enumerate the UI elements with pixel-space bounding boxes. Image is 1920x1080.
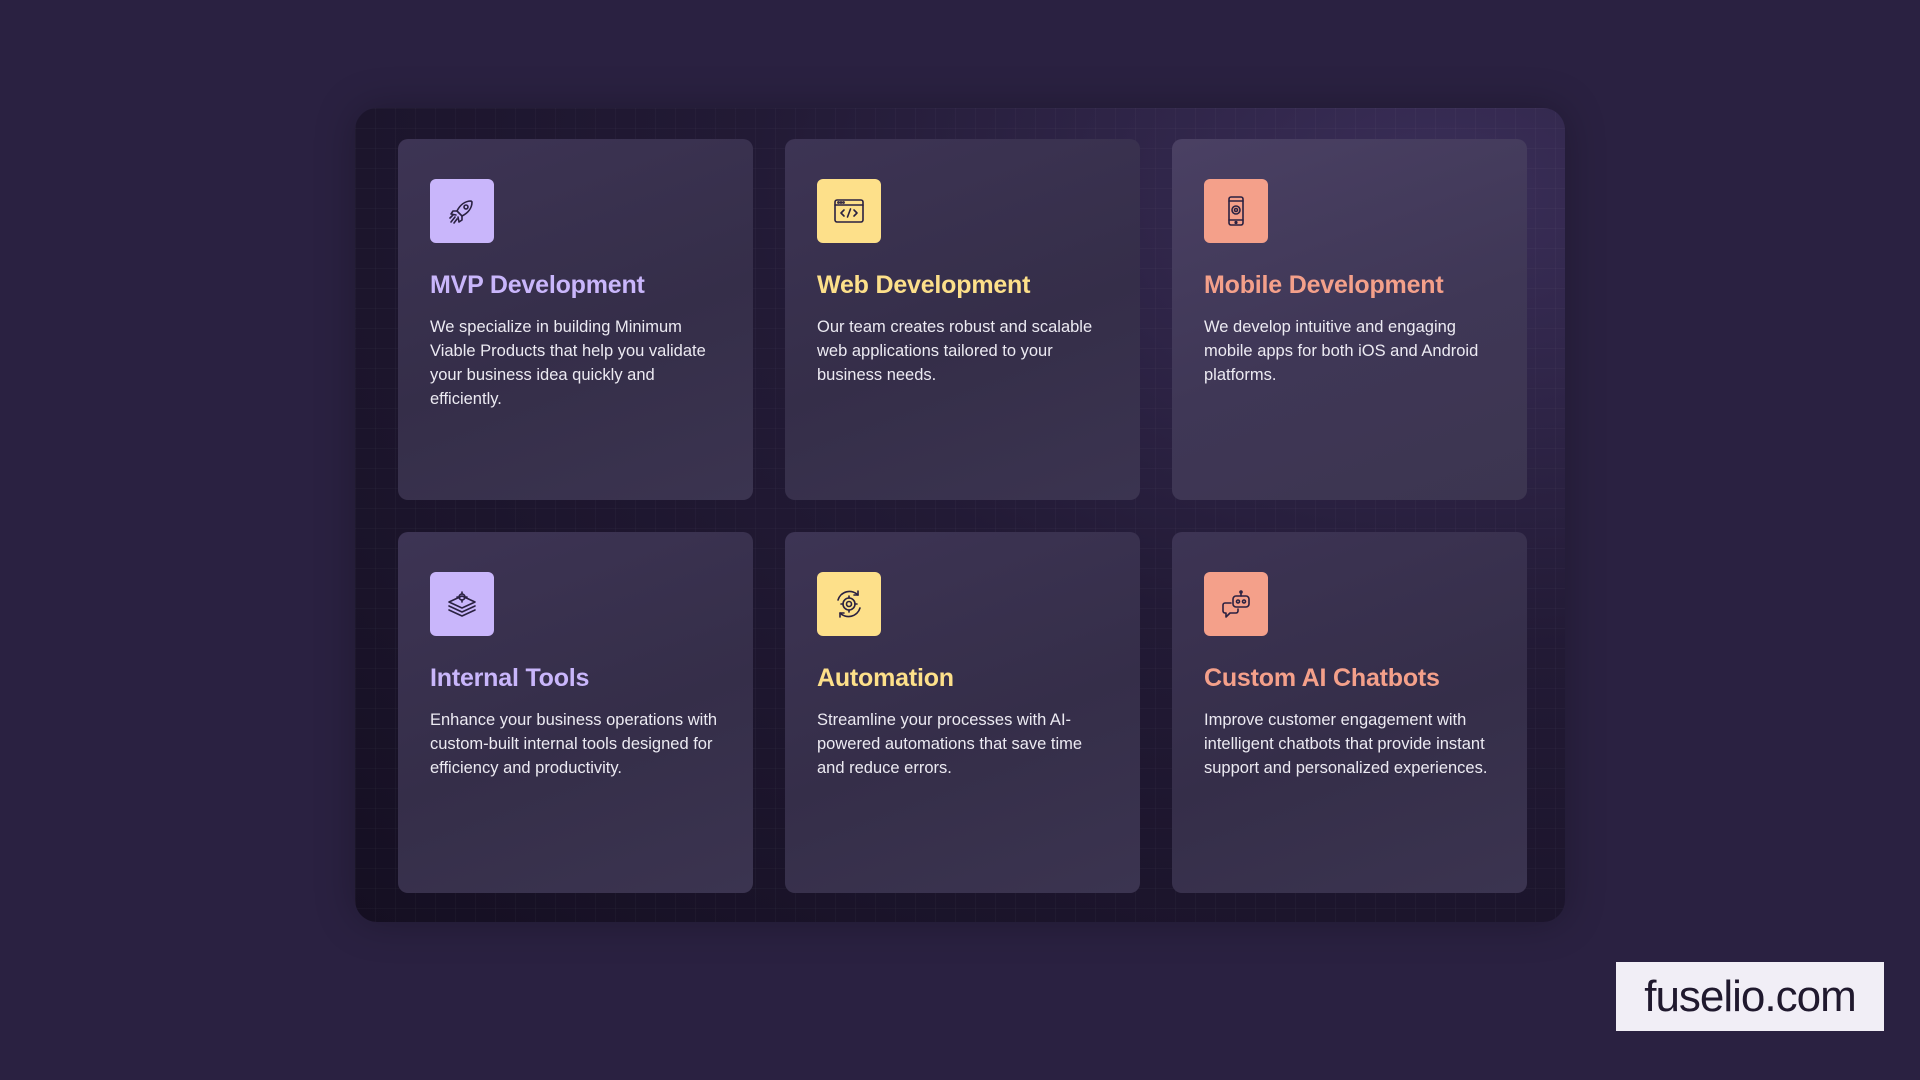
card-title: Web Development (817, 271, 1031, 299)
icon-tile (817, 572, 881, 636)
services-panel: MVP Development We specialize in buildin… (355, 108, 1565, 922)
card-description: We develop intuitive and engaging mobile… (1204, 318, 1479, 384)
gear-cycle-icon (837, 590, 861, 618)
icon-tile (430, 572, 494, 636)
layers-gear-icon (448, 591, 476, 617)
icon-tile (1204, 572, 1268, 636)
browser-code-icon (834, 199, 864, 223)
card-description: We specialize in building Minimum Viable… (430, 318, 706, 408)
service-card-mobile: Mobile Development We develop intuitive … (1172, 139, 1527, 500)
service-card-internal-tools: Internal Tools Enhance your business ope… (398, 532, 753, 893)
card-title: Internal Tools (430, 664, 590, 692)
robot-chat-icon (1222, 590, 1250, 618)
service-card-mvp: MVP Development We specialize in buildin… (398, 139, 753, 500)
icon-tile (817, 179, 881, 243)
card-title: Mobile Development (1204, 271, 1444, 299)
mobile-phone-icon (1228, 196, 1244, 226)
card-description: Improve customer engagement with intelli… (1204, 711, 1488, 777)
card-description: Enhance your business operations with cu… (430, 711, 718, 777)
card-description: Streamline your processes with AI-powere… (817, 711, 1083, 777)
service-card-web: Web Development Our team creates robust … (785, 139, 1140, 500)
card-description: Our team creates robust and scalable web… (817, 318, 1093, 384)
card-title: Custom AI Chatbots (1204, 664, 1440, 692)
rocket-icon (449, 200, 473, 224)
card-title: MVP Development (430, 271, 645, 299)
icon-tile (1204, 179, 1268, 243)
service-card-ai-chatbots: Custom AI Chatbots Improve customer enga… (1172, 532, 1527, 893)
card-title: Automation (817, 664, 954, 692)
service-card-automation: Automation Streamline your processes wit… (785, 532, 1140, 893)
icon-tile (430, 179, 494, 243)
brand-badge[interactable]: fuselio.com (1616, 962, 1884, 1031)
